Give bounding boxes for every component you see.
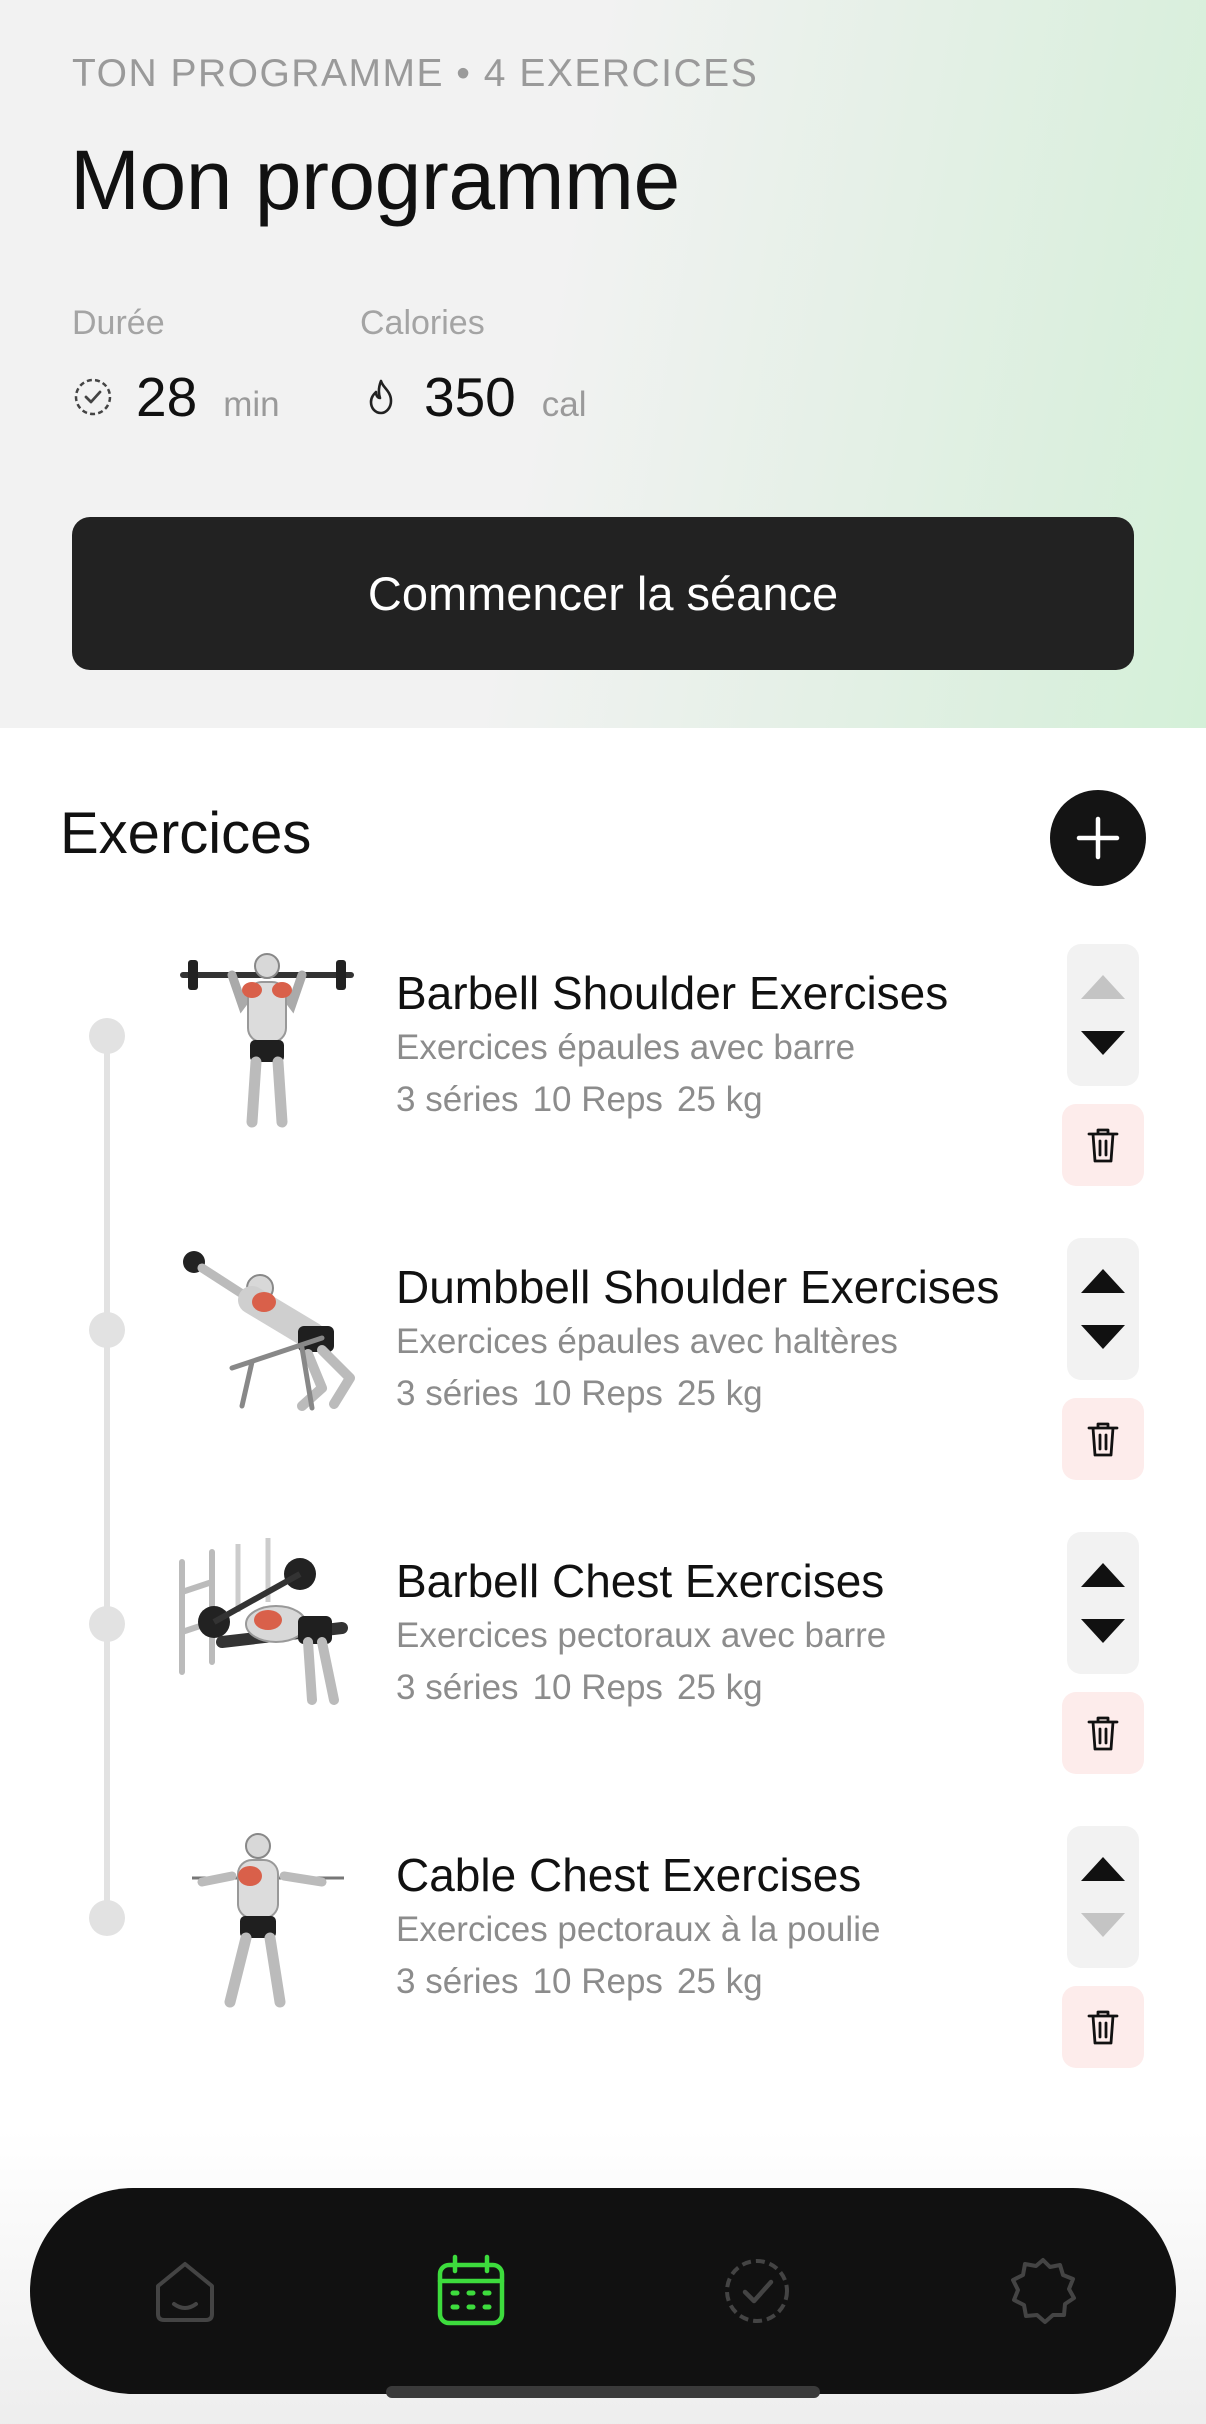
trash-icon xyxy=(1087,1128,1119,1163)
exercise-item[interactable]: Cable Chest Exercises Exercices pectorau… xyxy=(0,1826,1206,2086)
delete-exercise-button[interactable] xyxy=(1062,1398,1144,1480)
move-up-button[interactable] xyxy=(1079,1267,1127,1295)
nav-item-settings[interactable] xyxy=(998,2246,1088,2336)
calories-unit: cal xyxy=(541,385,587,424)
start-session-button[interactable]: Commencer la séance xyxy=(72,517,1134,670)
bottom-navigation xyxy=(30,2188,1176,2394)
exercise-title: Dumbbell Shoulder Exercises xyxy=(396,1261,1000,1313)
exercise-subtitle: Exercices épaules avec barre xyxy=(396,1028,856,1067)
move-down-button[interactable] xyxy=(1079,1323,1127,1351)
plus-icon xyxy=(1076,816,1120,860)
flame-icon xyxy=(369,379,393,415)
calories-value: 350 xyxy=(424,366,516,428)
exercise-item[interactable]: Dumbbell Shoulder Exercises Exercices ép… xyxy=(0,1238,1206,1498)
reorder-control xyxy=(1067,944,1139,1086)
timeline-dot xyxy=(89,1900,125,1936)
exercise-subtitle: Exercices pectoraux à la poulie xyxy=(396,1910,881,1949)
move-down-button[interactable] xyxy=(1079,1029,1127,1057)
exercise-meta: 3 séries 10 Reps 25 kg xyxy=(396,1080,763,1120)
calories-stat: Calories 350 cal xyxy=(360,304,587,429)
exercise-meta: 3 séries 10 Reps 25 kg xyxy=(396,1962,763,2002)
barbell-chest-illustration xyxy=(179,1538,348,1705)
nav-item-home[interactable] xyxy=(140,2246,230,2336)
home-icon xyxy=(156,2262,214,2322)
duration-value: 28 xyxy=(136,366,198,428)
exercise-subtitle: Exercices pectoraux avec barre xyxy=(396,1616,887,1655)
exercise-sets: 3 séries xyxy=(396,1668,519,1707)
add-exercise-button[interactable] xyxy=(1050,790,1146,886)
program-header: TON PROGRAMME • 4 EXERCICES Mon programm… xyxy=(0,0,1206,728)
delete-exercise-button[interactable] xyxy=(1062,1104,1144,1186)
exercise-item[interactable]: Barbell Chest Exercises Exercices pector… xyxy=(0,1532,1206,1792)
exercise-meta: 3 séries 10 Reps 25 kg xyxy=(396,1374,763,1414)
reorder-control xyxy=(1067,1826,1139,1968)
delete-exercise-button[interactable] xyxy=(1062,1986,1144,2068)
exercise-subtitle: Exercices épaules avec haltères xyxy=(396,1322,898,1361)
trash-icon xyxy=(1087,1422,1119,1457)
dumbbell-shoulder-illustration xyxy=(183,1251,355,1411)
duration-label: Durée xyxy=(72,304,165,342)
exercise-weight: 25 kg xyxy=(676,1080,763,1119)
exercise-reps: 10 Reps xyxy=(532,1080,663,1119)
reorder-control xyxy=(1067,1238,1139,1380)
nav-item-progress[interactable] xyxy=(712,2246,802,2336)
exercise-weight: 25 kg xyxy=(676,1374,763,1413)
barbell-shoulder-illustration xyxy=(180,953,354,1128)
calories-label: Calories xyxy=(360,304,485,342)
exercise-weight: 25 kg xyxy=(676,1668,763,1707)
exercises-section-title: Exercices xyxy=(60,801,312,866)
timeline-dot xyxy=(89,1018,125,1054)
exercise-title: Barbell Shoulder Exercises xyxy=(396,967,949,1019)
move-up-button[interactable] xyxy=(1079,973,1127,1001)
timeline-dot xyxy=(89,1606,125,1642)
exercise-title: Barbell Chest Exercises xyxy=(396,1555,885,1607)
program-screen: TON PROGRAMME • 4 EXERCICES Mon programm… xyxy=(0,0,1206,2424)
trash-icon xyxy=(1087,2010,1119,2045)
duration-unit: min xyxy=(223,385,280,424)
move-up-button[interactable] xyxy=(1079,1561,1127,1589)
exercise-weight: 25 kg xyxy=(676,1962,763,2001)
program-eyebrow: TON PROGRAMME • 4 EXERCICES xyxy=(72,52,759,95)
exercise-sets: 3 séries xyxy=(396,1080,519,1119)
exercise-reps: 10 Reps xyxy=(532,1374,663,1413)
exercise-meta: 3 séries 10 Reps 25 kg xyxy=(396,1668,763,1708)
page-title: Mon programme xyxy=(70,133,680,227)
move-up-button[interactable] xyxy=(1079,1855,1127,1883)
move-down-button[interactable] xyxy=(1079,1911,1127,1939)
exercise-title: Cable Chest Exercises xyxy=(396,1849,862,1901)
move-down-button[interactable] xyxy=(1079,1617,1127,1645)
exercise-sets: 3 séries xyxy=(396,1962,519,2001)
exercise-reps: 10 Reps xyxy=(532,1962,663,2001)
duration-stat: Durée 28 min xyxy=(72,304,280,429)
exercise-reps: 10 Reps xyxy=(532,1668,663,1707)
delete-exercise-button[interactable] xyxy=(1062,1692,1144,1774)
trash-icon xyxy=(1087,1716,1119,1751)
calendar-icon xyxy=(437,2254,505,2326)
gear-icon xyxy=(1011,2258,1076,2324)
exercise-item[interactable]: Barbell Shoulder Exercises Exercices épa… xyxy=(0,944,1206,1204)
timer-check-icon xyxy=(74,378,112,416)
home-indicator xyxy=(386,2386,820,2398)
reorder-control xyxy=(1067,1532,1139,1674)
exercise-sets: 3 séries xyxy=(396,1374,519,1413)
timeline-dot xyxy=(89,1312,125,1348)
cable-chest-illustration xyxy=(192,1833,344,2008)
check-circle-icon xyxy=(725,2259,789,2323)
nav-item-calendar[interactable] xyxy=(426,2246,516,2336)
